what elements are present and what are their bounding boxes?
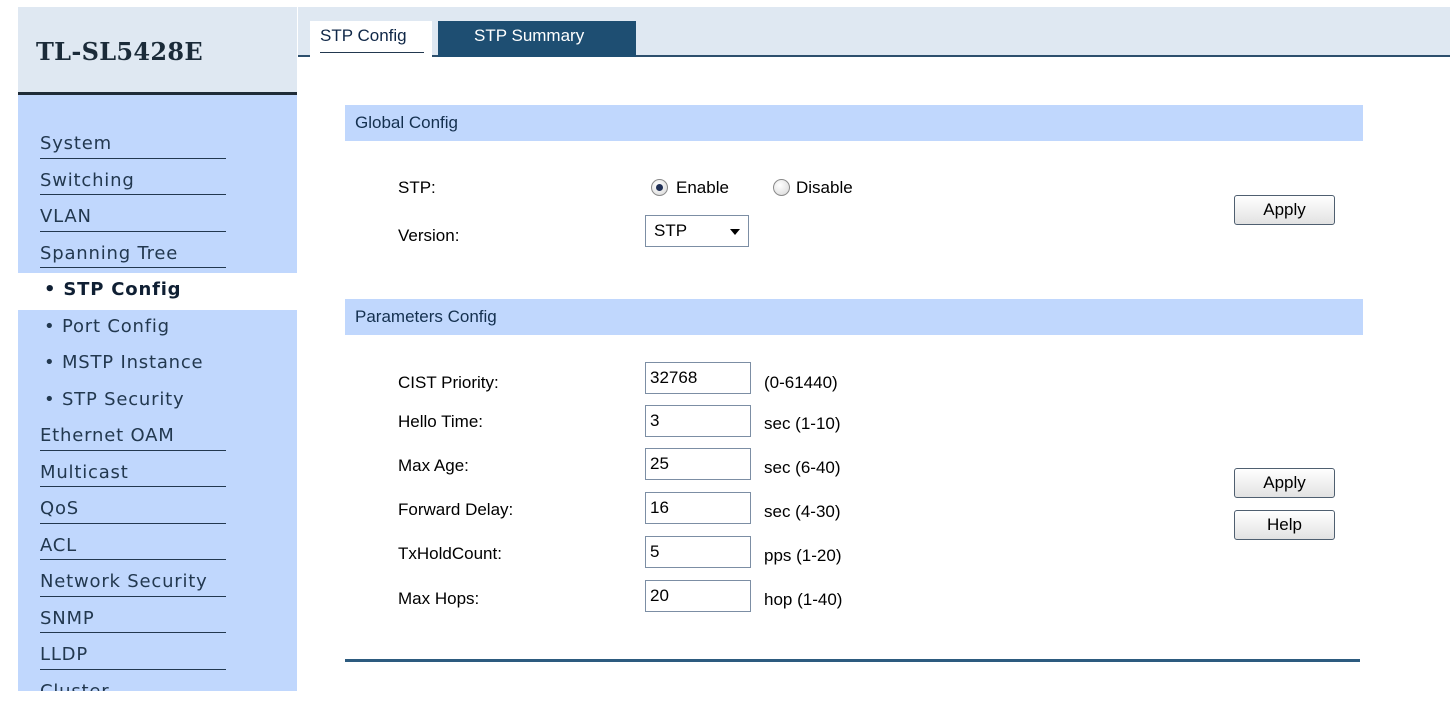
sidebar-item-label: • STP Config <box>44 279 182 300</box>
cist-priority-input[interactable] <box>645 362 751 394</box>
forward-delay-label: Forward Delay: <box>398 500 514 519</box>
tab-bar: STP Config STP Summary <box>298 7 1450 57</box>
chevron-down-icon <box>730 229 740 235</box>
sidebar: TL-SL5428E System Switching VLAN Spannin… <box>18 7 297 691</box>
tab-label: STP Config <box>320 26 407 45</box>
version-value: STP <box>654 221 688 240</box>
brand-title: TL-SL5428E <box>36 37 203 66</box>
forward-delay-hint: sec (4-30) <box>764 502 841 521</box>
sidebar-item-cluster[interactable]: Cluster <box>18 675 297 692</box>
sidebar-item-label: Network Security <box>40 571 208 592</box>
sidebar-item-network-security[interactable]: Network Security <box>18 565 297 602</box>
stp-disable-radio[interactable] <box>773 179 790 196</box>
bottom-divider <box>345 659 1360 662</box>
txholdcount-hint: pps (1-20) <box>764 546 842 565</box>
brand-header: TL-SL5428E <box>18 7 297 95</box>
global-config-header: Global Config <box>345 105 1363 141</box>
sidebar-item-spanning-tree[interactable]: Spanning Tree <box>18 237 297 274</box>
sidebar-item-label: • STP Security <box>44 388 185 410</box>
hello-time-hint: sec (1-10) <box>764 414 841 433</box>
tab-label: STP Summary <box>474 26 585 45</box>
sidebar-item-label: Ethernet OAM <box>40 425 175 446</box>
sidebar-item-label: LLDP <box>40 644 88 665</box>
sidebar-item-port-config[interactable]: • Port Config <box>18 310 297 347</box>
txholdcount-input[interactable] <box>645 536 751 568</box>
sidebar-item-system[interactable]: System <box>18 127 297 164</box>
sidebar-item-acl[interactable]: ACL <box>18 529 297 566</box>
stp-enable-radio[interactable] <box>651 179 668 196</box>
max-age-input[interactable] <box>645 448 751 480</box>
hello-time-label: Hello Time: <box>398 412 484 431</box>
sidebar-item-switching[interactable]: Switching <box>18 164 297 201</box>
sidebar-item-label: Multicast <box>40 461 129 483</box>
sidebar-item-label: SNMP <box>40 607 95 629</box>
cist-priority-label: CIST Priority: <box>398 373 499 392</box>
parameters-apply-button[interactable]: Apply <box>1234 468 1335 498</box>
sidebar-item-label: • MSTP Instance <box>44 352 204 373</box>
cist-priority-hint: (0-61440) <box>764 373 838 392</box>
hello-time-input[interactable] <box>645 405 751 437</box>
sidebar-item-lldp[interactable]: LLDP <box>18 638 297 675</box>
version-label: Version: <box>398 226 460 245</box>
stp-disable-label[interactable]: Disable <box>796 178 853 198</box>
sidebar-item-label: Switching <box>40 169 135 191</box>
tab-stp-summary[interactable]: STP Summary <box>438 21 636 57</box>
txholdcount-label: TxHoldCount: <box>398 544 502 563</box>
sidebar-item-label: ACL <box>40 534 77 556</box>
sidebar-item-multicast[interactable]: Multicast <box>18 456 297 493</box>
sidebar-item-snmp[interactable]: SNMP <box>18 602 297 639</box>
sidebar-item-mstp-instance[interactable]: • MSTP Instance <box>18 346 297 383</box>
max-hops-input[interactable] <box>645 580 751 612</box>
sidebar-item-qos[interactable]: QoS <box>18 492 297 529</box>
max-hops-label: Max Hops: <box>398 589 480 608</box>
version-select[interactable]: STP <box>645 215 749 247</box>
section-title: Global Config <box>355 113 459 132</box>
sidebar-item-stp-security[interactable]: • STP Security <box>18 383 297 420</box>
sidebar-item-stp-config[interactable]: • STP Config <box>18 273 297 310</box>
sidebar-item-ethernet-oam[interactable]: Ethernet OAM <box>18 419 297 456</box>
section-title: Parameters Config <box>355 307 497 326</box>
stp-enable-label[interactable]: Enable <box>676 178 729 198</box>
sidebar-item-label: • Port Config <box>44 315 170 337</box>
sidebar-item-label: System <box>40 133 112 154</box>
sidebar-menu: System Switching VLAN Spanning Tree • ST… <box>18 127 297 691</box>
sidebar-item-vlan[interactable]: VLAN <box>18 200 297 237</box>
sidebar-item-label: Spanning Tree <box>40 242 179 264</box>
help-button[interactable]: Help <box>1234 510 1335 540</box>
global-apply-button[interactable]: Apply <box>1234 195 1335 225</box>
sidebar-item-label: Cluster <box>40 680 110 692</box>
max-age-label: Max Age: <box>398 456 469 475</box>
forward-delay-input[interactable] <box>645 492 751 524</box>
sidebar-item-label: VLAN <box>40 206 92 227</box>
parameters-config-header: Parameters Config <box>345 299 1363 335</box>
stp-label: STP: <box>398 178 436 197</box>
sidebar-item-label: QoS <box>40 498 80 519</box>
max-age-hint: sec (6-40) <box>764 458 841 477</box>
max-hops-hint: hop (1-40) <box>764 590 843 609</box>
tab-stp-config[interactable]: STP Config <box>310 21 432 57</box>
